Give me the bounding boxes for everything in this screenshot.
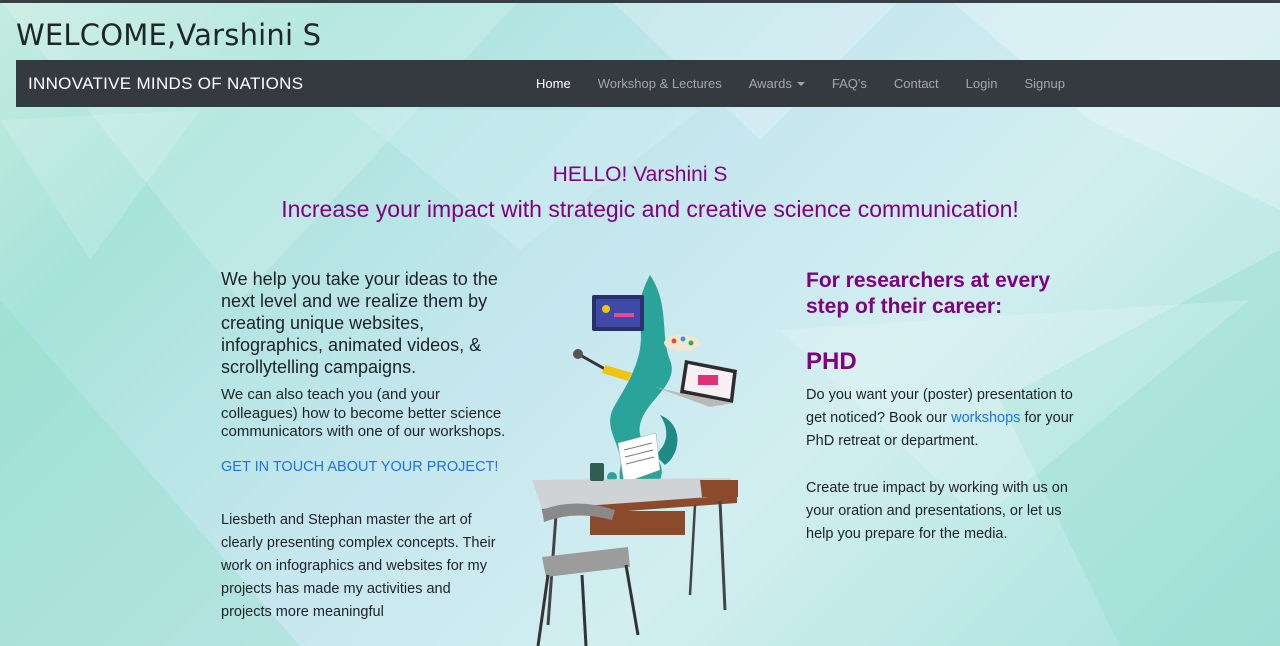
nav-links: Home Workshop & Lectures Awards FAQ's Co… (536, 60, 1092, 107)
nav-awards-label: Awards (748, 76, 792, 91)
workshops-link[interactable]: workshops (951, 410, 1020, 426)
nav-signup[interactable]: Signup (1024, 76, 1064, 91)
impact-paragraph: Create true impact by working with us on… (806, 480, 1068, 542)
phd-paragraph: Do you want your (poster) presentation t… (806, 384, 1081, 453)
testimonial-text: Liesbeth and Stephan master the art of c… (221, 511, 496, 620)
get-in-touch-link[interactable]: GET IN TOUCH ABOUT YOUR PROJECT! (221, 459, 511, 475)
welcome-heading: WELCOME,Varshini S (16, 18, 322, 52)
nav-home[interactable]: Home (536, 76, 571, 91)
workshop-paragraph: We can also teach you (and your colleagu… (221, 386, 506, 440)
nav-login[interactable]: Login (966, 76, 998, 91)
nav-workshop-lectures[interactable]: Workshop & Lectures (598, 76, 722, 91)
nav-awards[interactable]: Awards (749, 76, 805, 91)
palette-icon (664, 335, 700, 351)
left-column: We help you take your ideas to the next … (221, 268, 511, 624)
desk-illustration (532, 275, 738, 646)
phd-heading: PHD (806, 348, 857, 375)
hero-tagline: Increase your impact with strategic and … (281, 196, 1019, 222)
caret-down-icon (796, 82, 805, 86)
floating-screen (592, 295, 644, 331)
researchers-heading: For researchers at every step of their c… (806, 269, 1050, 318)
desk (532, 463, 738, 626)
right-column: For researchers at every step of their c… (806, 268, 1096, 546)
hello-greeting: HELLO! Varshini S (552, 163, 728, 186)
microphone-icon (573, 349, 632, 381)
nav-contact[interactable]: Contact (894, 76, 939, 91)
navbar-brand[interactable]: INNOVATIVE MINDS OF NATIONS (28, 74, 303, 94)
top-border (0, 0, 1280, 3)
nav-faqs[interactable]: FAQ's (832, 76, 867, 91)
lead-paragraph: We help you take your ideas to the next … (221, 269, 498, 377)
navbar: INNOVATIVE MINDS OF NATIONS Home Worksho… (16, 60, 1280, 107)
